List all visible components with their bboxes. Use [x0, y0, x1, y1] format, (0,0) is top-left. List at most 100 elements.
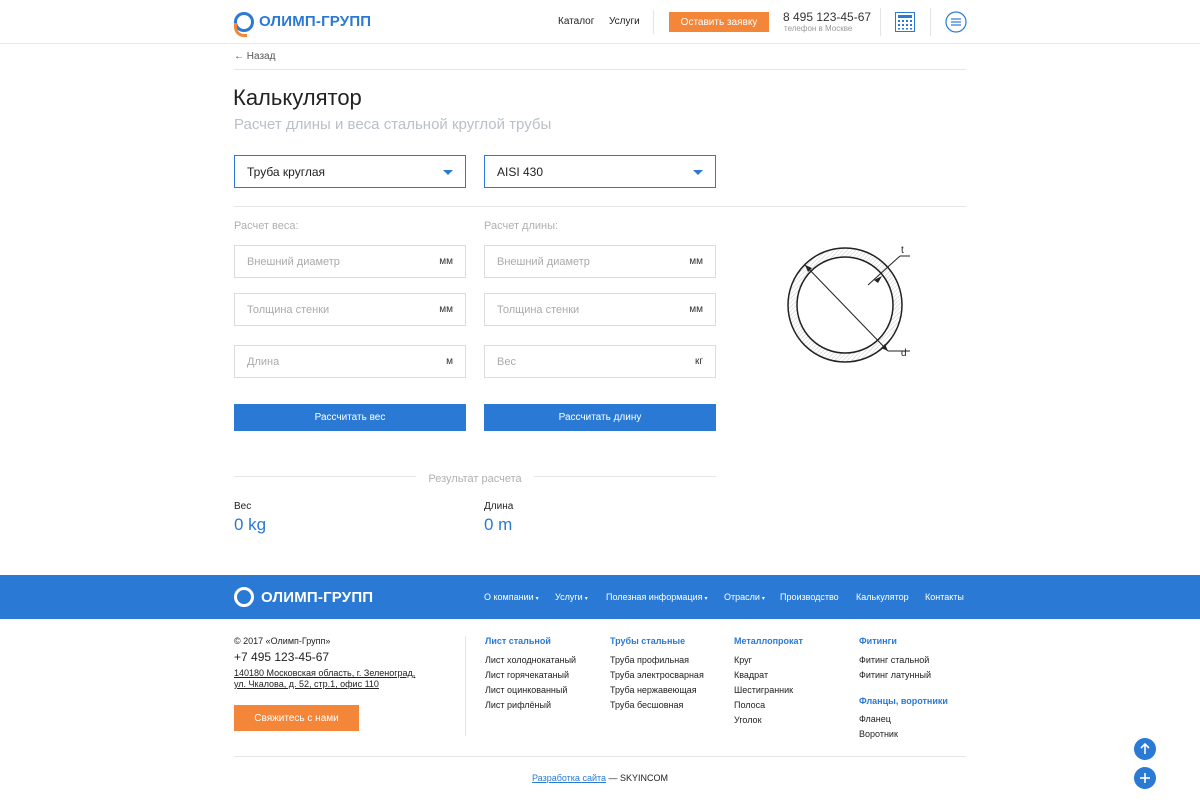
caret-down-icon: ▾	[761, 596, 765, 602]
footer-link[interactable]: Лист горячекатаный	[485, 670, 569, 680]
menu-icon[interactable]	[945, 11, 967, 38]
footer-col-head[interactable]: Трубы стальные	[610, 636, 685, 646]
footer-col-head[interactable]: Лист стальной	[485, 636, 551, 646]
caret-down-icon: ▾	[584, 596, 588, 602]
footer-link[interactable]: Лист рифлёный	[485, 700, 551, 710]
length-calc-label: Расчет длины:	[484, 220, 559, 232]
steel-grade-select[interactable]: AISI 430	[484, 155, 716, 188]
footer-col-head[interactable]: Фитинги	[859, 636, 897, 646]
unit-label: мм	[689, 304, 703, 315]
footer-nav-industries[interactable]: Отрасли ▾	[724, 592, 765, 602]
logo-icon[interactable]	[234, 12, 254, 37]
footer-link[interactable]: Квадрат	[734, 670, 768, 680]
footer-address-line2[interactable]: ул. Чкалова, д. 52, стр.1, офис 110	[234, 679, 379, 689]
footer-nav-label: О компании	[484, 592, 534, 602]
credit-link[interactable]: Разработка сайта	[532, 773, 606, 783]
caret-down-icon: ▾	[535, 596, 539, 602]
footer-nav-calculator[interactable]: Калькулятор	[856, 592, 909, 602]
weight-wall-input[interactable]: Толщина стенки мм	[234, 293, 466, 326]
unit-label: м	[446, 356, 453, 367]
footer-nav-about[interactable]: О компании ▾	[484, 592, 539, 602]
header-phone-sub: телефон в Москве	[784, 24, 853, 33]
add-button[interactable]	[1134, 767, 1156, 789]
footer-link[interactable]: Полоса	[734, 700, 765, 710]
footer-nav-services[interactable]: Услуги ▾	[555, 592, 588, 602]
divider	[465, 636, 466, 736]
result-title-wrap: Результат расчета	[0, 469, 950, 487]
footer-nav-contacts[interactable]: Контакты	[925, 592, 964, 602]
page-title: Калькулятор	[233, 85, 362, 110]
chevron-down-icon	[443, 170, 453, 175]
weight-length-input[interactable]: Длина м	[234, 345, 466, 378]
length-weight-input[interactable]: Вес кг	[484, 345, 716, 378]
plus-icon	[1140, 773, 1150, 783]
footer-address-line1[interactable]: 140180 Московская область, г. Зеленоград…	[234, 668, 415, 678]
footer-link[interactable]: Труба профильная	[610, 655, 689, 665]
result-weight-value: 0 kg	[234, 515, 267, 534]
logo-text[interactable]: ОЛИМП-ГРУПП	[259, 13, 371, 30]
calc-length-button[interactable]: Рассчитать длину	[484, 404, 716, 431]
t-label: t	[901, 245, 904, 256]
placeholder: Внешний диаметр	[247, 255, 340, 268]
unit-label: мм	[689, 256, 703, 267]
footer-link[interactable]: Фитинг стальной	[859, 655, 929, 665]
header-phone[interactable]: 8 495 123-45-67	[783, 10, 871, 24]
divider	[653, 10, 654, 34]
pipe-cross-section-diagram: t d	[787, 245, 910, 363]
result-weight-label: Вес	[234, 501, 252, 512]
footer-nav-label: Полезная информация	[606, 592, 703, 602]
request-button[interactable]: Оставить заявку	[669, 12, 769, 32]
steel-grade-value: AISI 430	[497, 164, 544, 179]
footer-link[interactable]: Труба бесшовная	[610, 700, 683, 710]
footer-link[interactable]: Фланец	[859, 714, 891, 724]
nav-catalog[interactable]: Каталог	[558, 16, 594, 27]
footer-logo-text[interactable]: ОЛИМП-ГРУПП	[261, 589, 373, 606]
divider	[930, 8, 931, 36]
copyright: © 2017 «Олимп-Групп»	[234, 636, 331, 646]
calculator-icon[interactable]	[895, 12, 915, 37]
calc-weight-button[interactable]: Рассчитать вес	[234, 404, 466, 431]
site-credit: Разработка сайта — SKYINCOM	[0, 773, 1200, 783]
result-length-label: Длина	[484, 501, 514, 512]
weight-calc-label: Расчет веса:	[234, 220, 299, 232]
divider	[234, 206, 966, 207]
weight-outer-diameter-input[interactable]: Внешний диаметр мм	[234, 245, 466, 278]
arrow-left-icon: ←	[234, 51, 244, 62]
footer-link[interactable]: Лист оцинкованный	[485, 685, 567, 695]
length-outer-diameter-input[interactable]: Внешний диаметр мм	[484, 245, 716, 278]
pipe-type-value: Труба круглая	[247, 164, 326, 179]
footer-nav-label: Услуги	[555, 592, 583, 602]
footer-link[interactable]: Фитинг латунный	[859, 670, 931, 680]
result-length-value: 0 m	[484, 515, 513, 534]
footer-logo-icon[interactable]	[234, 587, 254, 607]
chevron-down-icon	[693, 170, 703, 175]
contact-us-button[interactable]: Свяжитесь с нами	[234, 705, 359, 731]
d-label: d	[901, 348, 907, 359]
footer-nav-label: Отрасли	[724, 592, 760, 602]
footer-link[interactable]: Труба электросварная	[610, 670, 704, 680]
footer-link[interactable]: Воротник	[859, 729, 898, 739]
back-link[interactable]: ← Назад	[234, 51, 275, 62]
placeholder: Толщина стенки	[497, 303, 580, 316]
pipe-type-select[interactable]: Труба круглая	[234, 155, 466, 188]
arrow-up-icon	[1140, 743, 1150, 754]
length-wall-input[interactable]: Толщина стенки мм	[484, 293, 716, 326]
divider	[880, 8, 881, 36]
footer-col-head[interactable]: Металлопрокат	[734, 636, 803, 646]
footer-nav-info[interactable]: Полезная информация ▾	[606, 592, 708, 602]
footer-link[interactable]: Труба нержавеющая	[610, 685, 697, 695]
footer-link[interactable]: Круг	[734, 655, 752, 665]
divider	[234, 756, 966, 757]
scroll-up-button[interactable]	[1134, 738, 1156, 760]
placeholder: Длина	[247, 355, 280, 368]
placeholder: Толщина стенки	[247, 303, 330, 316]
unit-label: кг	[694, 356, 703, 367]
footer-col-head[interactable]: Фланцы, воротники	[859, 696, 948, 706]
footer-link[interactable]: Лист холоднокатаный	[485, 655, 576, 665]
nav-services[interactable]: Услуги	[609, 16, 640, 27]
result-title: Результат расчета	[416, 473, 534, 485]
footer-link[interactable]: Уголок	[734, 715, 762, 725]
footer-phone[interactable]: +7 495 123-45-67	[234, 650, 329, 664]
footer-link[interactable]: Шестигранник	[734, 685, 793, 695]
footer-nav-production[interactable]: Производство	[780, 592, 839, 602]
